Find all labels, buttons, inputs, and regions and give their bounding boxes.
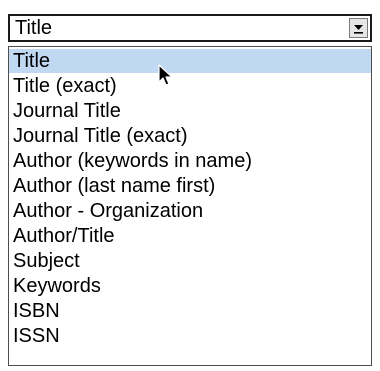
option-journal-title-exact[interactable]: Journal Title (exact) (9, 124, 371, 148)
dropdown-options-list: Title Title (exact) Journal Title Journa… (8, 46, 372, 366)
option-isbn[interactable]: ISBN (9, 299, 371, 323)
search-field-selector: Title Title Title (exact) Journal Title … (0, 0, 380, 371)
option-issn[interactable]: ISSN (9, 324, 371, 348)
select-current-value: Title (15, 17, 53, 39)
search-field-select[interactable]: Title (8, 14, 372, 42)
option-journal-title[interactable]: Journal Title (9, 99, 371, 123)
option-title-exact[interactable]: Title (exact) (9, 74, 371, 98)
option-author-last-name-first[interactable]: Author (last name first) (9, 174, 371, 198)
chevron-down-icon[interactable] (349, 18, 368, 38)
option-author-keywords[interactable]: Author (keywords in name) (9, 149, 371, 173)
option-author-organization[interactable]: Author - Organization (9, 199, 371, 223)
option-title[interactable]: Title (9, 49, 371, 73)
option-keywords[interactable]: Keywords (9, 274, 371, 298)
option-author-title[interactable]: Author/Title (9, 224, 371, 248)
mouse-pointer-icon (158, 64, 173, 86)
option-subject[interactable]: Subject (9, 249, 371, 273)
